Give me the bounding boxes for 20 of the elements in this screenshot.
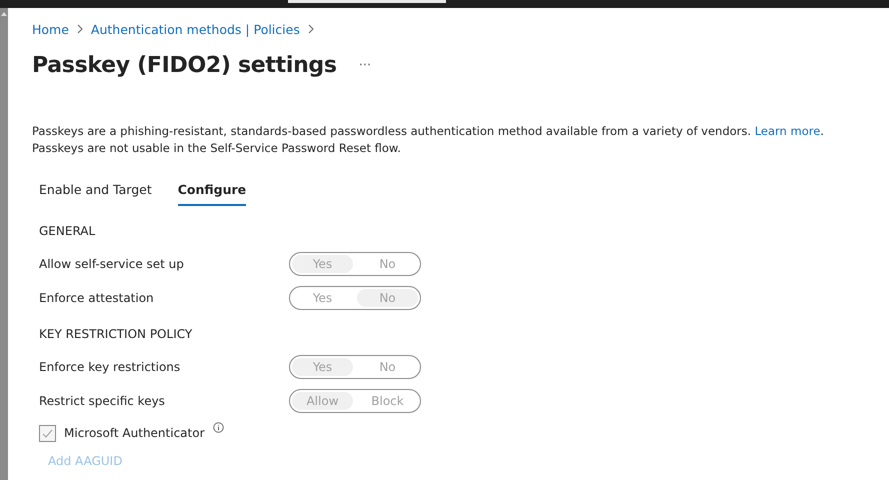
section-heading: GENERAL: [39, 224, 96, 238]
setting-label: Allow self-service set up: [39, 257, 185, 271]
chevron-icon: [74, 24, 85, 34]
breadcrumb-link[interactable]: Authentication methods | Policies: [90, 22, 300, 36]
description-text: Passkeys are not usable in the Self-Service Password Reset flow.: [32, 140, 402, 157]
scrollbar[interactable]: [0, 8, 8, 480]
tab[interactable]: Configure: [178, 177, 246, 206]
tab[interactable]: Enable and Target: [39, 177, 152, 206]
checkbox-label: Microsoft Authenticator: [64, 426, 205, 440]
more-button[interactable]: ···: [358, 58, 372, 72]
setting-label: Enforce attestation: [39, 291, 155, 305]
page-title: Passkey (FIDO2) settings: [32, 52, 337, 78]
breadcrumb-link[interactable]: Home: [32, 22, 69, 36]
section-heading: KEY RESTRICTION POLICY: [39, 326, 192, 340]
setting-label: Enforce key restrictions: [39, 360, 182, 374]
setting-label: Restrict specific keys: [39, 394, 166, 408]
learn-more-link[interactable]: Learn more: [754, 124, 820, 138]
chevron-icon: [306, 24, 316, 34]
description-text: Passkeys are a phishing-resistant, standards-based passwordless authentication method available from a variety of vendors. Learn more.: [32, 123, 825, 140]
scroll-up-icon[interactable]: [0, 10, 8, 18]
